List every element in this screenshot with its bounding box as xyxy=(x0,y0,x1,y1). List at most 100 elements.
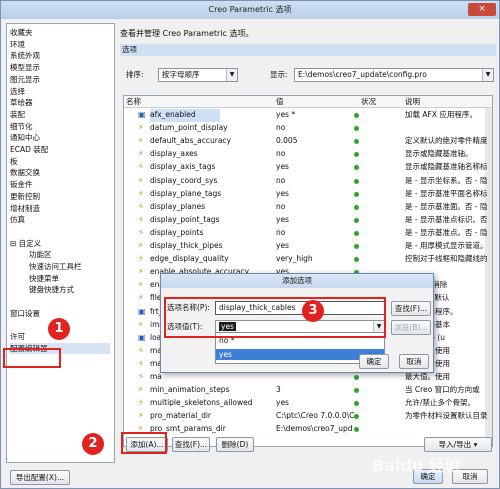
sidebar-item[interactable]: 细节化 xyxy=(10,121,33,132)
option-value: very_high xyxy=(276,254,313,264)
sidebar-item[interactable]: 环境 xyxy=(10,39,25,50)
option-description: 显示或隐藏基准轴名称标签 xyxy=(405,162,487,172)
table-row[interactable]: ⚡ min_animation_steps 3 当 Creo 窗口的方向或 xyxy=(124,384,492,397)
option-value: 3 xyxy=(276,385,281,395)
status-dot xyxy=(354,257,359,263)
export-config-button[interactable]: 导出配置(X)... xyxy=(10,470,70,485)
sidebar-item[interactable]: ⊟ 自定义 xyxy=(10,238,41,249)
option-value: no xyxy=(276,227,286,237)
sidebar-item[interactable]: 图元显示 xyxy=(10,74,40,85)
lightning-icon: ⚡ xyxy=(138,411,144,421)
table-row[interactable]: ▣ afx_enabled yes * 加载 AFX 应用程序。 xyxy=(124,109,492,122)
option-name: datum_point_display xyxy=(150,123,228,133)
table-row[interactable]: ⚡ display_axis_tags yes 显示或隐藏基准轴名称标签 xyxy=(124,161,492,174)
sidebar-item[interactable]: 收藏夹 xyxy=(10,27,33,38)
delete-button[interactable]: 删除(D) xyxy=(216,437,254,452)
sidebar-item[interactable]: 数据交换 xyxy=(10,167,40,178)
column-header-name[interactable]: 名称 xyxy=(124,96,274,108)
lightning-icon: ⚡ xyxy=(138,162,144,172)
sidebar-item[interactable]: 通知中心 xyxy=(10,132,40,143)
table-row[interactable]: ⚡ datum_point_display no xyxy=(124,122,492,135)
import-export-button[interactable]: 导入/导出 ▾ xyxy=(424,437,492,452)
status-dot xyxy=(354,244,359,249)
table-row[interactable]: ⚡ pro_smt_params_dir E:\demos\creo7_upd xyxy=(124,423,492,436)
sidebar-item[interactable]: 快速访问工具栏 xyxy=(29,261,82,272)
lightning-icon: ⚡ xyxy=(138,175,144,185)
lightning-icon: ⚡ xyxy=(138,358,144,368)
table-row[interactable]: ⚡ display_coord_sys no 是 - 显示坐标系。否 - 隐 xyxy=(124,175,492,188)
option-value: yes xyxy=(276,188,289,198)
show-label: 显示: xyxy=(270,70,288,79)
sidebar-item[interactable]: 装配 xyxy=(10,109,25,120)
lightning-icon: ⚡ xyxy=(138,345,144,355)
option-description: 为零件材料设置默认目录 xyxy=(405,411,487,421)
sidebar-item[interactable]: 选择 xyxy=(10,86,25,97)
option-value: 0.005 xyxy=(276,136,298,146)
sort-select[interactable]: 按字母顺序 ▼ xyxy=(158,68,238,82)
lightning-icon: ⚡ xyxy=(138,136,144,146)
option-name: display_thick_pipes xyxy=(150,241,223,250)
table-row[interactable]: ⚡ display_thick_pipes yes 是 - 用厚模式显示管道。 xyxy=(124,240,492,253)
sidebar-item[interactable]: 板 xyxy=(10,156,18,167)
table-row[interactable]: ⚡ multiple_skeletons_allowed yes 允许/禁止多个骨架。 xyxy=(124,397,492,410)
option-value: no xyxy=(276,175,286,185)
sidebar-item[interactable]: 系统外观 xyxy=(10,50,40,61)
option-value: yes xyxy=(276,214,289,224)
dialog-ok-button[interactable]: 确定 xyxy=(359,354,389,369)
document-icon: ▣ xyxy=(138,306,146,316)
sidebar-item[interactable]: 模型显示 xyxy=(10,62,40,73)
lightning-icon: ⚡ xyxy=(138,280,144,290)
sidebar-item[interactable]: 更新控制 xyxy=(10,191,40,202)
lightning-icon: ⚡ xyxy=(138,254,144,264)
table-row[interactable]: ⚡ display_plane_tags yes 是 - 显示基准平面名称标 xyxy=(124,188,492,201)
sort-label: 排序: xyxy=(126,70,144,79)
window-title: Creo Parametric 选项 xyxy=(1,1,499,19)
option-description: 当 Creo 窗口的方向或 xyxy=(405,385,480,395)
highlight-dialog-fields xyxy=(164,297,386,338)
sidebar-item[interactable]: 仿真 xyxy=(10,214,25,225)
sidebar-item[interactable]: 许可 xyxy=(10,331,25,342)
status-dot xyxy=(354,165,359,171)
option-name: default_abs_accuracy xyxy=(150,136,231,146)
dialog-cancel-button[interactable]: 取消 xyxy=(399,354,429,369)
close-button[interactable]: × xyxy=(468,3,496,16)
sidebar-item[interactable]: 草绘器 xyxy=(10,97,33,108)
step-badge-2: 2 xyxy=(82,433,104,455)
status-dot xyxy=(354,217,359,223)
dialog-title: 添加选项 xyxy=(161,274,433,288)
sidebar-item[interactable]: ECAD 装配 xyxy=(10,144,48,155)
column-header-value[interactable]: 值 xyxy=(274,96,359,108)
options-table: 名称 值 状况 说明 ▣ afx_enabled yes * 加载 AFX 应用程序。… xyxy=(123,95,493,447)
table-row[interactable]: ⚡ edge_display_quality very_high 控制对于线框和隐藏线… xyxy=(124,253,492,266)
sidebar-item[interactable]: 键盘快捷方式 xyxy=(29,284,74,295)
table-row[interactable]: ⚡ display_points no 是 - 显示基准点。否 - 隐 xyxy=(124,227,492,240)
sidebar-item[interactable]: 增材制造 xyxy=(10,203,40,214)
lightning-icon: ⚡ xyxy=(138,398,144,408)
table-row[interactable]: ⚡ default_abs_accuracy 0.005 定义默认的绝对零件精度 xyxy=(124,135,492,148)
option-name: display_plane_tags xyxy=(150,188,222,198)
option-description: 是 - 显示坐标系。否 - 隐 xyxy=(405,175,487,185)
show-select[interactable]: E:\demos\creo7_update\config.pro ▼ xyxy=(294,68,494,82)
lightning-icon: ⚡ xyxy=(138,201,144,211)
status-dot xyxy=(354,139,359,145)
option-value: no xyxy=(276,123,286,133)
find-button[interactable]: 查找(F)... xyxy=(172,437,210,452)
option-name: pro_material_dir xyxy=(150,411,211,421)
sidebar-item[interactable]: 快捷菜单 xyxy=(29,273,59,284)
lightning-icon: ⚡ xyxy=(138,385,144,395)
status-dot xyxy=(354,414,359,420)
sidebar-item[interactable]: 钣金件 xyxy=(10,179,33,190)
dialog-find-button[interactable]: 查找(F)... xyxy=(391,301,431,316)
sidebar-item[interactable]: 功能区 xyxy=(29,249,52,260)
column-header-status[interactable]: 状况 xyxy=(359,96,403,108)
table-row[interactable]: ⚡ display_point_tags yes 是 - 显示基准点标识。否 xyxy=(124,214,492,227)
column-header-description[interactable]: 说明 xyxy=(403,96,492,108)
table-row[interactable]: ⚡ display_axes no 显示或隐藏基准轴。 xyxy=(124,148,492,161)
step-badge-1: 1 xyxy=(48,318,70,340)
lightning-icon: ⚡ xyxy=(138,149,144,159)
table-row[interactable]: ⚡ pro_material_dir C:\ptc\Creo 7.0.0.0\C 为零… xyxy=(124,410,492,423)
status-dot xyxy=(354,191,359,197)
option-name: display_coord_sys xyxy=(150,175,218,185)
table-row[interactable]: ⚡ display_planes no 是 - 显示基准面。否 - 隐 xyxy=(124,201,492,214)
sidebar-item[interactable]: 窗口设置 xyxy=(10,308,40,319)
